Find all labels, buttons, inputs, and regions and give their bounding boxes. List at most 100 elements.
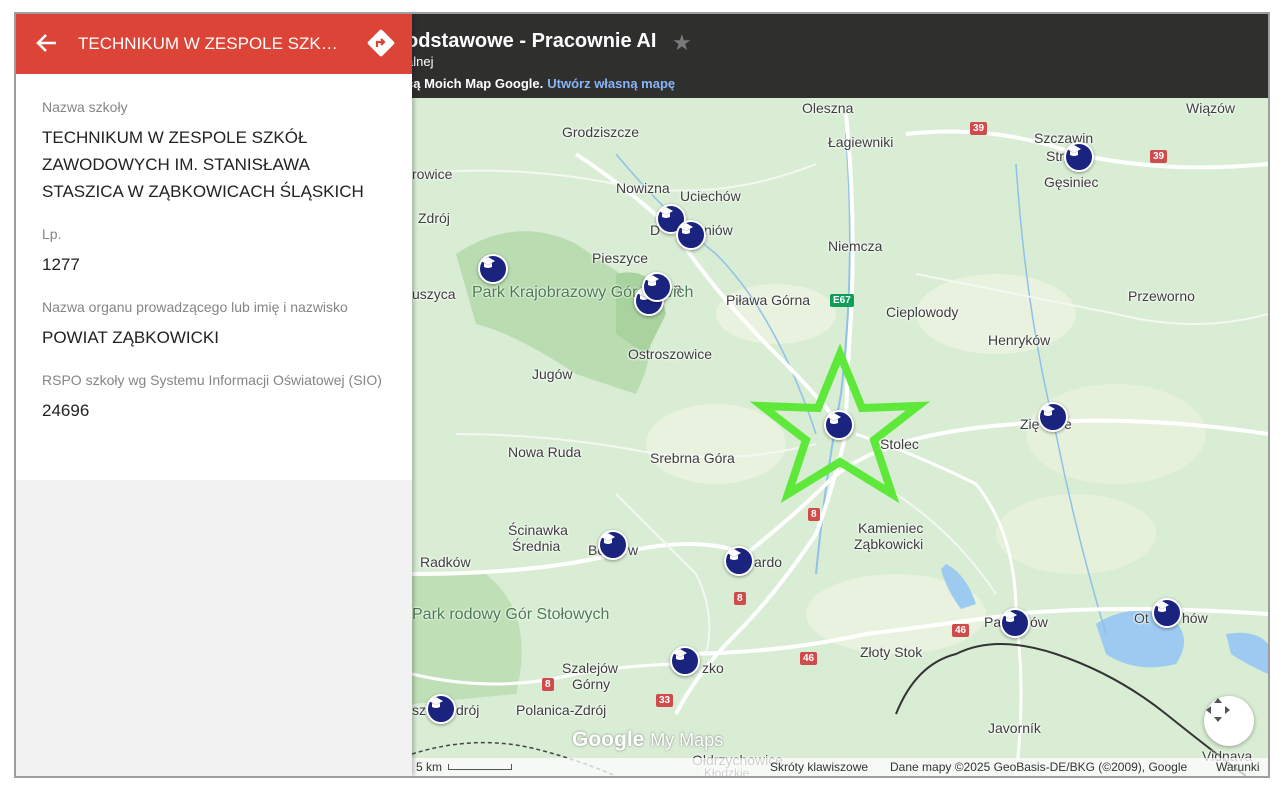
app-frame: Oleszna Wiązów Grodziszcze Łagiewniki Sz… (14, 12, 1270, 778)
details-panel: TECHNIKUM W ZESPOLE SZKÓŁ ZAWODOWYCH IM.… (16, 14, 412, 776)
school-marker[interactable] (642, 272, 672, 302)
graduation-cap-icon (481, 257, 495, 268)
place-label: rowice (412, 166, 453, 182)
scale-label: 5 km (416, 760, 443, 774)
road-number-badge: 39 (1150, 150, 1168, 163)
place-label: Ścinawka (508, 522, 568, 538)
place-label: Stolec (880, 436, 919, 452)
map-note-text: cą Moich Map Google. (406, 76, 544, 91)
field-label-lp: Lp. (42, 226, 62, 242)
school-marker[interactable] (1064, 142, 1094, 172)
place-label: drój (456, 702, 480, 718)
place-label: Pieszyce (592, 250, 649, 266)
place-label: Henryków (988, 332, 1051, 348)
graduation-cap-icon (1003, 611, 1017, 622)
field-label-governing-body: Nazwa organu prowadzącego lub imię i naz… (42, 299, 348, 315)
place-label: Srebrna Góra (650, 450, 735, 466)
map-title: odstawowe - Pracownie AI (406, 30, 657, 52)
place-label: uszyca (412, 286, 456, 302)
place-label: Przeworno (1128, 288, 1195, 304)
place-label: w (628, 542, 639, 558)
place-label: Niemcza (828, 238, 883, 254)
place-label: Polanica-Zdrój (516, 702, 607, 718)
place-label: Zdrój (418, 210, 450, 226)
place-label: hów (1182, 610, 1208, 626)
school-marker[interactable] (670, 646, 700, 676)
road-number-badge: 39 (970, 122, 988, 135)
place-label: Nowa Ruda (508, 444, 582, 460)
keyboard-shortcuts-link[interactable]: Skróty klawiszowe (770, 760, 868, 774)
terms-link[interactable]: Warunki (1216, 760, 1260, 774)
google-my-maps-logo: Google My Maps (572, 728, 723, 752)
school-marker[interactable] (1152, 598, 1182, 628)
field-value-lp: 1277 (42, 255, 80, 274)
road-number-badge: 8 (542, 678, 554, 691)
details-panel-header: TECHNIKUM W ZESPOLE SZKÓŁ ZAWODOWYCH IM.… (16, 14, 412, 74)
graduation-cap-icon (645, 275, 659, 286)
place-label: ardo (754, 554, 783, 570)
place-label: sz (412, 702, 426, 718)
create-map-link[interactable]: Utwórz własną mapę (547, 76, 675, 91)
details-panel-body: Nazwa szkoły TECHNIKUM W ZESPOLE SZKÓŁ Z… (16, 74, 412, 480)
place-label: Zię (1020, 416, 1040, 432)
graduation-cap-icon (827, 413, 841, 424)
graduation-cap-icon (1155, 601, 1169, 612)
map-note: cą Moich Map Google. Utwórz własną mapę (406, 76, 675, 91)
place-label: Grodziszcze (562, 124, 640, 140)
field-label-school-name: Nazwa szkoły (42, 99, 128, 115)
school-marker[interactable] (1000, 608, 1030, 638)
place-label: Cieplowody (886, 304, 959, 320)
field-value-governing-body: POWIAT ZĄBKOWICKI (42, 328, 219, 347)
place-label: Jugów (532, 366, 573, 382)
directions-icon[interactable] (366, 28, 396, 58)
school-marker[interactable] (1038, 402, 1068, 432)
road-number-badge: E67 (830, 294, 854, 307)
school-marker[interactable] (676, 220, 706, 250)
map-footer: 5 km Skróty klawiszowe Dane mapy ©2025 G… (410, 758, 1268, 776)
park-label: Park rodowy Gór Stołowych (412, 606, 610, 623)
place-label: Kamieniec (858, 520, 924, 536)
graduation-cap-icon (659, 207, 673, 218)
scale-bar (448, 764, 512, 770)
graduation-cap-icon (673, 649, 687, 660)
recenter-button[interactable] (1204, 696, 1254, 746)
place-label: Gęsiniec (1044, 174, 1099, 190)
graduation-cap-icon (1041, 405, 1055, 416)
place-label: Oleszna (802, 100, 854, 116)
school-marker[interactable] (724, 546, 754, 576)
place-label: Górny (572, 676, 611, 692)
road-number-badge: 46 (952, 624, 970, 637)
place-label: Piława Górna (726, 292, 811, 308)
school-marker[interactable] (478, 254, 508, 284)
road-number-badge: 8 (734, 592, 746, 605)
place-label: Ot (1134, 610, 1149, 626)
field-value-school-name: TECHNIKUM W ZESPOLE SZKÓŁ ZAWODOWYCH IM.… (42, 128, 364, 201)
place-label: Nowizna (616, 180, 670, 196)
star-icon[interactable]: ★ (672, 30, 692, 56)
road-number-badge: 46 (800, 652, 818, 665)
place-label: zko (702, 660, 724, 676)
road-number-badge: 8 (808, 508, 820, 521)
place-label: Uciechów (680, 188, 741, 204)
place-label: Radków (420, 554, 471, 570)
school-marker[interactable] (426, 694, 456, 724)
field-label-rspo: RSPO szkoły wg Systemu Informacji Oświat… (42, 372, 382, 388)
place-label: Ostroszowice (628, 346, 713, 362)
place-label: Pa (984, 614, 1002, 630)
place-label: Złoty Stok (860, 644, 923, 660)
graduation-cap-icon (601, 533, 615, 544)
school-marker[interactable] (598, 530, 628, 560)
graduation-cap-icon (429, 697, 443, 708)
place-label: Ząbkowicki (854, 536, 924, 552)
mymaps-logo-text: My Maps (650, 730, 724, 750)
graduation-cap-icon (727, 549, 741, 560)
place-label: Szalejów (562, 660, 619, 676)
school-marker-selected[interactable] (824, 410, 854, 440)
place-label: Javorník (988, 720, 1041, 736)
details-panel-title: TECHNIKUM W ZESPOLE SZKÓŁ ZAWODOWYCH IM.… (78, 34, 348, 53)
map-data-attribution[interactable]: Dane mapy ©2025 GeoBasis-DE/BKG (©2009),… (890, 760, 1187, 774)
recenter-icon (1206, 698, 1230, 722)
field-value-rspo: 24696 (42, 401, 90, 420)
place-label: niów (704, 222, 733, 238)
arrow-left-icon[interactable] (34, 30, 60, 56)
